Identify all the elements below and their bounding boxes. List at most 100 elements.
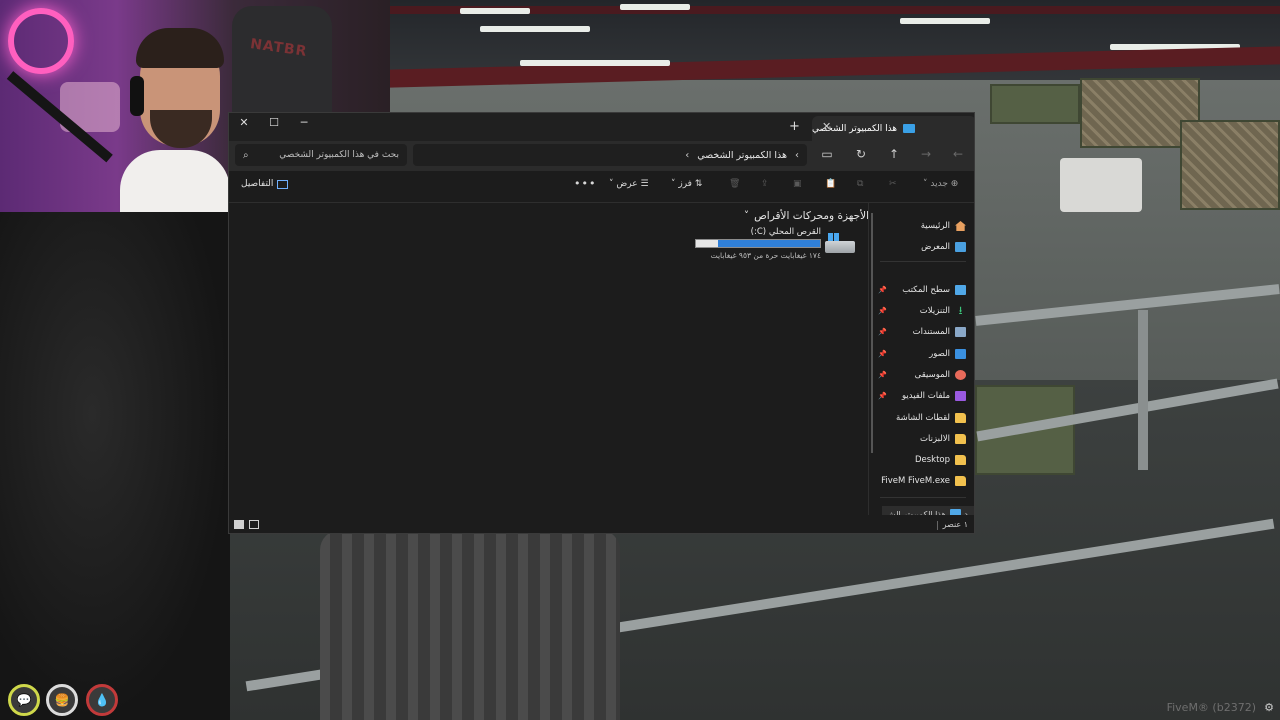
sidebar-item[interactable]: Desktop — [874, 451, 966, 469]
sidebar-item-label: المعرض — [921, 242, 950, 252]
hdd-icon — [825, 241, 855, 253]
desktop-icon — [955, 285, 966, 295]
sidebar-item[interactable]: الالبزنات — [874, 430, 966, 448]
copy-icon[interactable]: ⧉ — [857, 179, 863, 189]
view-icon: ☰ — [640, 179, 649, 189]
home-icon — [955, 221, 966, 231]
chevron-down-icon: ˅ — [671, 179, 676, 189]
pin-icon: 📌 — [878, 307, 887, 315]
chevron-down-icon: ˅ — [743, 210, 750, 222]
close-window-button[interactable]: ✕ — [229, 116, 259, 129]
sidebar-item[interactable]: 📌 سطح المكتب — [874, 281, 966, 299]
paste-icon[interactable]: 📋 — [825, 179, 836, 189]
sidebar-item[interactable]: 📌 ملفات الفيديو — [874, 387, 966, 405]
sidebar-item[interactable]: 📌 التنزيلات ⭳ — [874, 302, 966, 320]
sidebar-item[interactable]: FiveM FiveM.exe — [874, 472, 966, 490]
search-box[interactable]: ⌕ — [235, 144, 407, 166]
new-tab-button[interactable]: + — [789, 119, 800, 134]
details-view-icon[interactable] — [249, 520, 259, 529]
thirst-hud-icon: 💧 — [86, 684, 118, 716]
npc-character — [320, 530, 620, 720]
status-bar: ١ عنصر — [229, 515, 974, 533]
view-label: عرض — [616, 179, 638, 189]
sidebar-item[interactable]: 📌 الموسيقى — [874, 366, 966, 384]
sidebar-item-label: ملفات الفيديو — [902, 391, 950, 401]
up-button[interactable]: ↑ — [884, 147, 904, 161]
sidebar-item[interactable]: 📌 المستندات — [874, 323, 966, 341]
details-button[interactable]: التفاصيل — [241, 179, 289, 189]
delete-icon[interactable]: 🗑 — [729, 179, 740, 189]
new-label: جديد — [930, 179, 948, 189]
maximize-button[interactable]: ☐ — [259, 116, 289, 129]
pin-icon: 📌 — [878, 328, 887, 336]
ceiling-light — [900, 18, 990, 24]
content-pane: الأجهزة ومحركات الأقراص ˅ القرص المحلي (… — [229, 203, 869, 513]
sidebar-scrollbar[interactable] — [871, 213, 873, 453]
tiles-view-icon[interactable] — [234, 520, 244, 529]
add-icon: ⊕ — [950, 179, 959, 189]
forward-button[interactable]: → — [916, 147, 936, 161]
ring-light — [8, 8, 74, 74]
sidebar-item-label: FiveM FiveM.exe — [881, 476, 950, 486]
hunger-hud-icon: 🍔 — [46, 684, 78, 716]
pin-icon: 📌 — [878, 371, 887, 379]
view-button[interactable]: ˅ عرض ☰ — [609, 179, 649, 189]
streamer-hair — [136, 28, 224, 68]
devices-group-header[interactable]: الأجهزة ومحركات الأقراص ˅ — [744, 210, 869, 222]
ceiling-light — [460, 8, 530, 14]
sort-button[interactable]: ˅ فرز ⇅ — [671, 179, 702, 189]
back-button[interactable]: ← — [948, 147, 968, 161]
sidebar-item-label: الموسيقى — [914, 370, 950, 380]
monitor-icon[interactable]: ▭ — [817, 147, 837, 161]
folder-icon — [955, 413, 966, 423]
folder-icon — [955, 476, 966, 486]
sidebar-item-label: التنزيلات — [919, 306, 950, 316]
command-bar: التفاصيل ••• ˅ عرض ☰ ˅ فرز ⇅ 🗑 ⇪ ▣ 📋 ⧉ ✂… — [229, 171, 974, 203]
sidebar-item[interactable]: المعرض — [874, 238, 966, 256]
documents-icon — [955, 327, 966, 337]
sidebar-item-label: لقطات الشاشة — [896, 413, 950, 423]
crate — [990, 84, 1080, 124]
generator — [1060, 158, 1142, 212]
address-bar[interactable]: › هذا الكمبيوتر الشخصي › — [413, 144, 807, 166]
navigation-pane: هذا الكمبيوتر الش › الرئيسية المعرض 📌 سطح ا… — [868, 203, 974, 522]
cut-icon[interactable]: ✂ — [889, 179, 897, 189]
chevron-down-icon: ˅ — [609, 179, 614, 189]
computer-icon — [903, 124, 916, 133]
headphones — [130, 76, 144, 116]
drive-usage-bar — [695, 239, 821, 248]
ceiling-light — [620, 4, 690, 10]
chat-hud-icon: 💬 — [8, 684, 40, 716]
player-character — [0, 210, 230, 720]
sidebar-item[interactable]: الرئيسية — [874, 217, 966, 235]
rename-icon[interactable]: ▣ — [793, 179, 802, 189]
search-input[interactable] — [269, 150, 399, 160]
settings-icon: ⚙ — [1264, 701, 1274, 714]
rail-post — [1138, 310, 1148, 470]
tab-this-pc[interactable]: هذا الكمبيوتر الشخصي ✕ — [812, 116, 974, 141]
item-count: ١ عنصر — [942, 520, 968, 529]
sidebar-item-label: الرئيسية — [920, 221, 950, 231]
new-button[interactable]: ˅ جديد ⊕ — [923, 179, 958, 189]
videos-icon — [955, 391, 966, 401]
sidebar-item[interactable]: 📌 الصور — [874, 345, 966, 363]
title-bar: ✕ ☐ ─ + هذا الكمبيوتر الشخصي ✕ — [229, 113, 974, 141]
sidebar-item-label: الصور — [929, 349, 950, 359]
drive-usage-fill — [718, 240, 820, 247]
chevron-right-icon[interactable]: › — [685, 150, 689, 161]
breadcrumb[interactable]: هذا الكمبيوتر الشخصي — [697, 150, 787, 161]
sort-icon: ⇅ — [694, 179, 703, 189]
file-explorer-window: ✕ ☐ ─ + هذا الكمبيوتر الشخصي ✕ ⌕ › هذا ا… — [228, 112, 975, 534]
more-options-button[interactable]: ••• — [574, 177, 596, 190]
share-icon[interactable]: ⇪ — [761, 179, 769, 189]
drive-c[interactable]: القرص المحلي (C:) ١٧٤ غيغابايت حرة من ٩٥… — [685, 227, 855, 263]
sidebar-item[interactable]: لقطات الشاشة — [874, 409, 966, 427]
sidebar-item-label: الالبزنات — [919, 434, 950, 444]
hard-drive-icon — [825, 233, 855, 253]
close-tab-icon[interactable]: ✕ — [822, 120, 831, 133]
fivem-watermark: FiveM® (b2372) — [1166, 701, 1256, 714]
minimize-button[interactable]: ─ — [289, 116, 319, 129]
refresh-button[interactable]: ↻ — [851, 147, 871, 161]
sidebar-separator — [880, 261, 966, 262]
folder-icon — [955, 455, 966, 465]
